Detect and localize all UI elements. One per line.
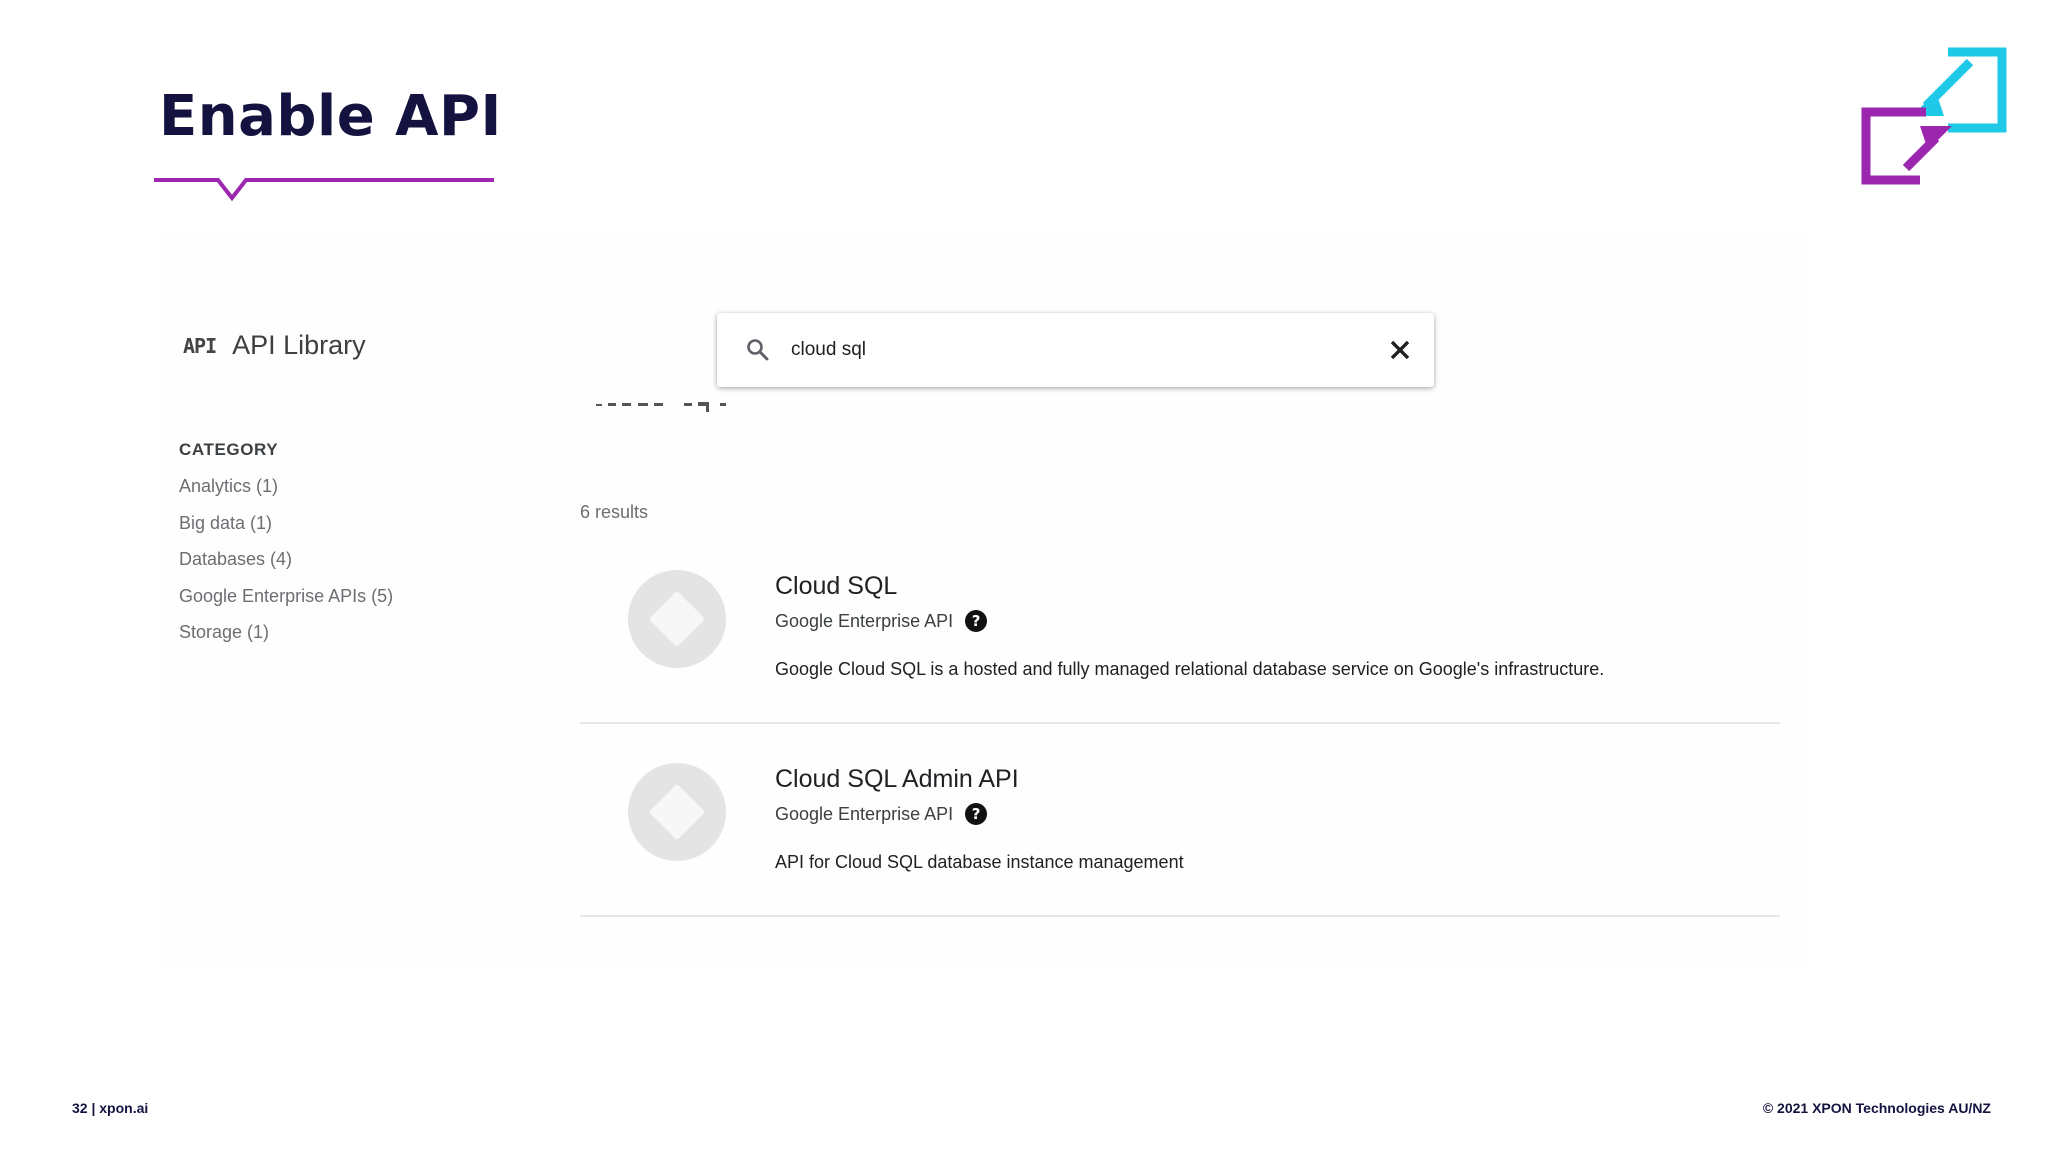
result-provider-row: Google Enterprise API ?	[775, 803, 988, 825]
api-placeholder-icon	[628, 570, 726, 668]
search-box	[717, 313, 1434, 387]
faded-heading-remnant	[596, 402, 726, 412]
result-title[interactable]: Cloud SQL Admin API	[775, 765, 1019, 794]
category-heading: CATEGORY	[179, 440, 279, 459]
help-icon[interactable]: ?	[965, 803, 988, 825]
api-library-title: API Library	[232, 330, 366, 360]
footer-copyright: © 2021 XPON Technologies AU/NZ	[1762, 1100, 1991, 1116]
category-item-storage[interactable]: Storage (1)	[179, 620, 393, 657]
results-count: 6 results	[580, 502, 649, 522]
result-card-cloud-sql-admin-api[interactable]: Cloud SQL Admin API Google Enterprise AP…	[580, 725, 1780, 917]
category-item-big-data[interactable]: Big data (1)	[179, 511, 393, 548]
result-provider-row: Google Enterprise API ?	[775, 610, 988, 632]
result-title[interactable]: Cloud SQL	[775, 572, 897, 601]
api-library-header: API API Library	[183, 330, 366, 361]
category-item-analytics[interactable]: Analytics (1)	[179, 474, 393, 511]
result-provider: Google Enterprise API	[775, 803, 954, 824]
result-card-cloud-sql[interactable]: Cloud SQL Google Enterprise API ? Google…	[580, 532, 1780, 724]
slide-title: Enable API	[159, 84, 502, 149]
help-icon[interactable]: ?	[965, 610, 988, 632]
api-logo-icon: API	[183, 333, 217, 358]
category-list: Analytics (1) Big data (1) Databases (4)…	[179, 474, 393, 657]
result-provider: Google Enterprise API	[775, 610, 954, 631]
category-item-google-enterprise-apis[interactable]: Google Enterprise APIs (5)	[179, 584, 393, 621]
search-icon[interactable]	[745, 337, 771, 363]
category-item-databases[interactable]: Databases (4)	[179, 547, 393, 584]
search-input[interactable]	[791, 333, 1331, 367]
result-description: Google Cloud SQL is a hosted and fully m…	[775, 659, 1605, 679]
api-placeholder-icon	[628, 763, 726, 861]
brand-logo-icon	[1861, 47, 2007, 185]
result-divider	[580, 722, 1780, 724]
result-divider	[580, 915, 1780, 917]
footer-page-number: 32 | xpon.ai	[72, 1100, 149, 1116]
title-underline	[154, 178, 494, 202]
result-description: API for Cloud SQL database instance mana…	[775, 852, 1184, 872]
close-icon[interactable]	[1387, 337, 1413, 363]
